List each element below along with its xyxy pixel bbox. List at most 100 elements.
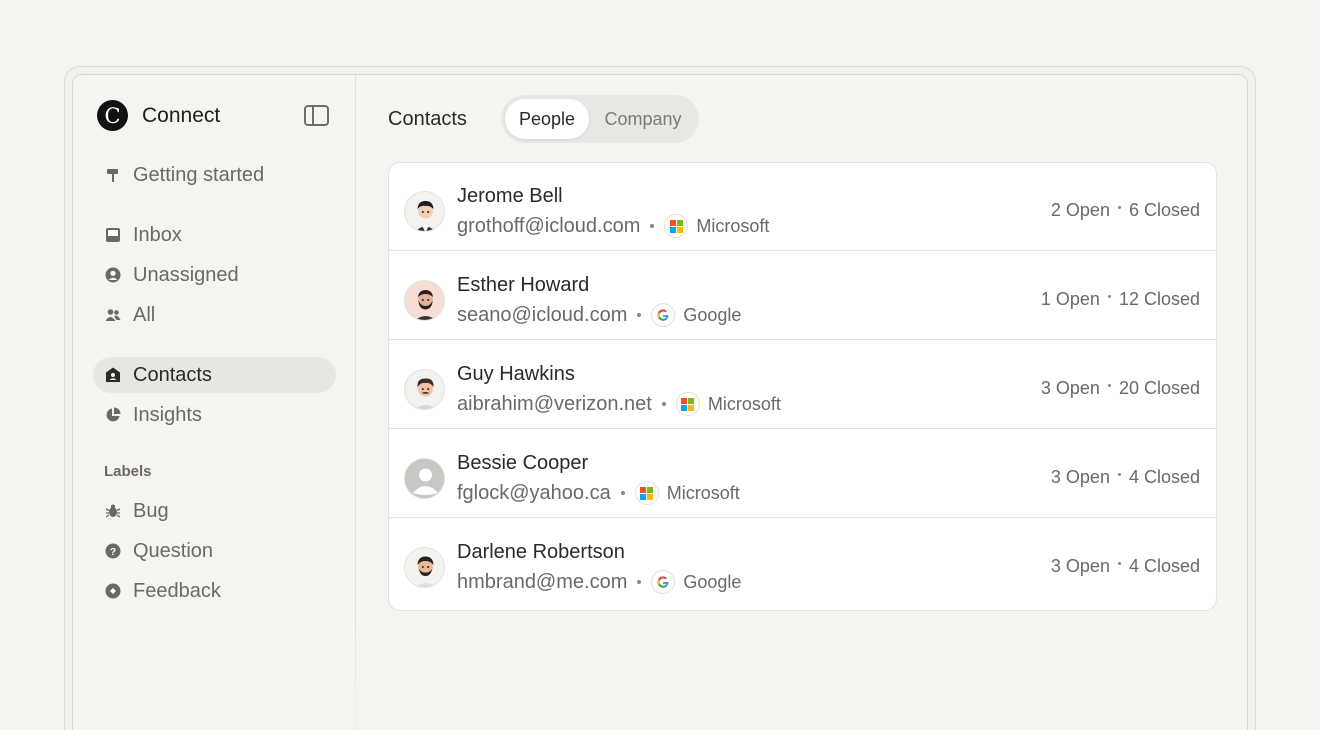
closed-count: 6 Closed bbox=[1128, 200, 1200, 220]
contact-name: Guy Hawkins bbox=[457, 363, 575, 385]
open-count: 3 Open bbox=[1040, 378, 1100, 398]
separator-dot bbox=[661, 402, 666, 406]
avatar bbox=[404, 458, 445, 499]
avatar bbox=[404, 547, 445, 588]
question-icon: ? bbox=[105, 543, 121, 559]
sidebar-item-unassigned[interactable]: Unassigned bbox=[93, 257, 336, 293]
svg-text:?: ? bbox=[110, 547, 116, 558]
sidebar-item-label: Insights bbox=[133, 403, 202, 426]
sidebar-item-label: Inbox bbox=[133, 223, 182, 246]
signpost-icon bbox=[105, 167, 121, 183]
contact-email[interactable]: seano@icloud.com bbox=[457, 304, 627, 327]
ticket-stats: 3 Open 20 Closed bbox=[1041, 378, 1200, 399]
list-item[interactable]: Darlene Robertson hmbrand@me.com Google … bbox=[389, 519, 1216, 607]
contact-name: Jerome Bell bbox=[457, 185, 563, 207]
view-toggle: People Company bbox=[501, 95, 699, 143]
google-logo-icon bbox=[651, 570, 676, 594]
contact-email[interactable]: fglock@yahoo.ca bbox=[457, 482, 611, 505]
brand-name: Connect bbox=[142, 103, 221, 127]
avatar bbox=[404, 280, 445, 321]
company-name[interactable]: Microsoft bbox=[667, 483, 740, 504]
labels-heading: Labels bbox=[104, 463, 152, 480]
list-item[interactable]: Esther Howard seano@icloud.com Google 1 … bbox=[389, 252, 1216, 340]
company-name[interactable]: Microsoft bbox=[708, 394, 781, 415]
separator-dot bbox=[637, 313, 642, 317]
list-item[interactable]: Guy Hawkins aibrahim@verizon.net Microso… bbox=[389, 341, 1216, 429]
microsoft-logo-icon bbox=[675, 392, 700, 416]
user-circle-icon bbox=[105, 267, 121, 283]
ticket-stats: 1 Open 12 Closed bbox=[1041, 289, 1200, 310]
list-item[interactable]: Jerome Bell grothoff@icloud.com Microsof… bbox=[389, 163, 1216, 251]
contact-name: Bessie Cooper bbox=[457, 452, 589, 474]
avatar bbox=[404, 369, 445, 410]
closed-count: 12 Closed bbox=[1118, 289, 1200, 309]
separator-dot bbox=[1117, 473, 1121, 476]
contact-meta: seano@icloud.com Google bbox=[457, 303, 741, 327]
contacts-list: Jerome Bell grothoff@icloud.com Microsof… bbox=[388, 162, 1217, 611]
separator-dot bbox=[620, 491, 625, 495]
tab-people[interactable]: People bbox=[505, 99, 589, 139]
sidebar-item-bug[interactable]: Bug bbox=[93, 493, 336, 529]
sidebar-item-label: Bug bbox=[133, 499, 169, 522]
open-count: 3 Open bbox=[1050, 556, 1110, 576]
brand-logo: C bbox=[97, 100, 128, 131]
contact-name: Darlene Robertson bbox=[457, 541, 625, 563]
inbox-icon bbox=[105, 227, 121, 243]
users-icon bbox=[105, 307, 121, 323]
sidebar-item-question[interactable]: ? Question bbox=[93, 533, 336, 569]
feedback-icon bbox=[105, 583, 121, 599]
sidebar: C Connect Getting started Inbox Unassign… bbox=[73, 75, 356, 730]
contact-meta: grothoff@icloud.com Microsoft bbox=[457, 214, 769, 238]
separator-dot bbox=[1117, 562, 1121, 565]
contact-email[interactable]: hmbrand@me.com bbox=[457, 571, 627, 594]
contact-email[interactable]: grothoff@icloud.com bbox=[457, 215, 640, 238]
ticket-stats: 3 Open 4 Closed bbox=[1051, 556, 1200, 577]
google-logo-icon bbox=[651, 303, 676, 327]
contact-book-icon bbox=[105, 367, 121, 383]
sidebar-toggle-icon[interactable] bbox=[304, 105, 329, 126]
sidebar-item-insights[interactable]: Insights bbox=[93, 397, 336, 433]
closed-count: 20 Closed bbox=[1118, 378, 1200, 398]
sidebar-item-label: Unassigned bbox=[133, 263, 239, 286]
app-window: C Connect Getting started Inbox Unassign… bbox=[72, 74, 1248, 730]
company-name[interactable]: Microsoft bbox=[696, 216, 769, 237]
contact-email[interactable]: aibrahim@verizon.net bbox=[457, 393, 652, 416]
pie-chart-icon bbox=[105, 407, 121, 423]
tab-company[interactable]: Company bbox=[593, 99, 693, 139]
closed-count: 4 Closed bbox=[1128, 556, 1200, 576]
microsoft-logo-icon bbox=[634, 481, 659, 505]
company-name[interactable]: Google bbox=[683, 305, 741, 326]
microsoft-logo-icon bbox=[664, 214, 689, 238]
contact-name: Esther Howard bbox=[457, 274, 590, 296]
sidebar-item-label: Question bbox=[133, 539, 214, 562]
sidebar-item-label: All bbox=[133, 303, 156, 326]
separator-dot bbox=[637, 580, 642, 584]
sidebar-item-contacts[interactable]: Contacts bbox=[93, 357, 336, 393]
open-count: 1 Open bbox=[1040, 289, 1100, 309]
sidebar-item-all[interactable]: All bbox=[93, 297, 336, 333]
sidebar-item-getting-started[interactable]: Getting started bbox=[93, 157, 336, 193]
sidebar-item-label: Getting started bbox=[133, 163, 265, 186]
ticket-stats: 3 Open 4 Closed bbox=[1051, 467, 1200, 488]
sidebar-item-label: Feedback bbox=[133, 579, 221, 602]
brand[interactable]: C Connect bbox=[97, 100, 220, 131]
sidebar-item-feedback[interactable]: Feedback bbox=[93, 573, 336, 609]
contact-meta: fglock@yahoo.ca Microsoft bbox=[457, 481, 740, 505]
separator-dot bbox=[1107, 384, 1111, 387]
list-item[interactable]: Bessie Cooper fglock@yahoo.ca Microsoft … bbox=[389, 430, 1216, 518]
page-title: Contacts bbox=[388, 108, 467, 130]
contact-meta: aibrahim@verizon.net Microsoft bbox=[457, 392, 781, 416]
separator-dot bbox=[650, 224, 655, 228]
company-name[interactable]: Google bbox=[683, 572, 741, 593]
contact-meta: hmbrand@me.com Google bbox=[457, 570, 741, 594]
open-count: 3 Open bbox=[1050, 467, 1110, 487]
avatar bbox=[404, 191, 445, 232]
separator-dot bbox=[1107, 295, 1111, 298]
closed-count: 4 Closed bbox=[1128, 467, 1200, 487]
sidebar-item-label: Contacts bbox=[133, 363, 212, 386]
ticket-stats: 2 Open 6 Closed bbox=[1051, 200, 1200, 221]
sidebar-item-inbox[interactable]: Inbox bbox=[93, 217, 336, 253]
bug-icon bbox=[105, 503, 121, 519]
open-count: 2 Open bbox=[1050, 200, 1110, 220]
separator-dot bbox=[1117, 206, 1121, 209]
